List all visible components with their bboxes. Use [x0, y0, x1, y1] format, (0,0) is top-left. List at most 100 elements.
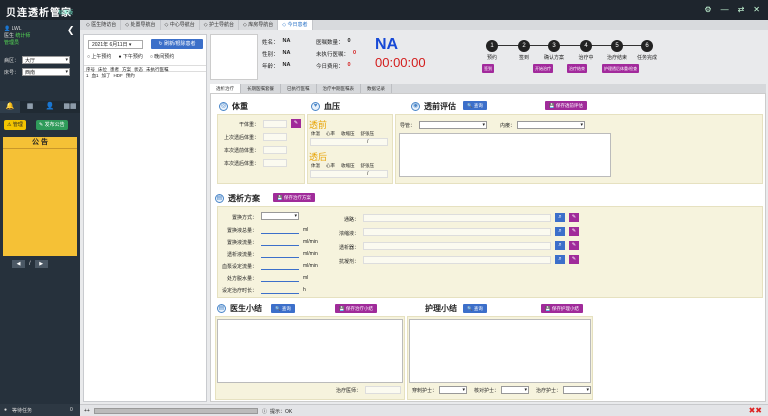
duration-input[interactable] [261, 293, 299, 294]
pre-weight-input[interactable] [263, 146, 287, 154]
step-label: 预约 [486, 55, 497, 61]
puncture-nurse-select[interactable] [439, 386, 467, 394]
doctor-save-button[interactable]: 💾 保存治疗小结 [335, 304, 377, 313]
bed-select[interactable]: 西南 [22, 68, 71, 76]
user-icon[interactable]: 👤 [40, 101, 60, 113]
close-icon[interactable]: ✕ [753, 5, 760, 14]
date-picker[interactable]: 2021年 6月11日 ▾ [88, 40, 143, 49]
subtab-records[interactable]: 数据记录 [361, 84, 392, 93]
refresh-button[interactable]: ↻ 刷新/根除患者 [151, 39, 203, 49]
radio-afternoon[interactable]: ● 下午预约 [118, 53, 142, 60]
access-select[interactable] [419, 121, 487, 129]
anticoagulant-edit-button[interactable]: ✎ [569, 255, 579, 264]
last-weight-input[interactable] [263, 133, 287, 141]
error-icon[interactable]: ✖✖ [749, 406, 762, 415]
ward-select[interactable]: 大厅 [22, 56, 71, 64]
pump-flow-input[interactable] [261, 269, 299, 270]
subtab-mid-orders[interactable]: 治疗中期医嘱表 [317, 84, 361, 93]
minimize-icon[interactable]: — [721, 5, 729, 14]
assessment-textarea[interactable] [399, 133, 611, 177]
nurse-post-weight-button[interactable]: 护理透后体重/检查 [602, 64, 640, 73]
bell-icon[interactable]: 🔔 [0, 101, 20, 113]
access-edit-button[interactable]: ✎ [569, 213, 579, 222]
bp-pre-input[interactable] [310, 138, 388, 146]
access-route-input[interactable] [363, 214, 551, 222]
access-route-label: 通路： [343, 217, 359, 223]
tab-center[interactable]: ◇ 中心导航台 [161, 20, 200, 30]
notice-board: 公 告 [3, 137, 77, 256]
dry-weight-label: 干体重： [238, 122, 259, 128]
info-orders: 医嘱数量： 0 [316, 38, 351, 46]
subtab-long-orders[interactable]: 长期医嘱套餐 [241, 84, 281, 93]
radio-morning[interactable]: ○ 上午预约 [87, 53, 111, 60]
step-label: 任务完成 [636, 55, 657, 61]
concentrate-input[interactable] [363, 228, 551, 236]
user-info: 👤 LWL 医生 统计师 管理员 [4, 26, 30, 47]
replace-mode-select[interactable] [261, 212, 299, 220]
publish-notice-button[interactable]: ✎ 发布公告 [36, 120, 68, 130]
start-treatment-button[interactable]: 开始治疗 [533, 64, 553, 73]
doctor-sign-input[interactable] [365, 386, 401, 394]
table-row[interactable]: 1 血1 加了 HDF 预约 [84, 72, 206, 79]
radio-evening[interactable]: ○ 晚间预约 [150, 53, 174, 60]
end-treatment-button[interactable]: 治疗结束 [567, 64, 587, 73]
tab-nurse[interactable]: ◇ 护士导航台 [200, 20, 239, 30]
post-weight-input[interactable] [263, 159, 287, 167]
manage-button[interactable]: ⚠ 管理 [4, 120, 26, 130]
replace-total-input[interactable] [261, 233, 299, 234]
doctor-query-button[interactable]: 🔍 查询 [271, 304, 295, 313]
treatment-timer: 00:00:00 [375, 55, 426, 70]
anticoagulant-input[interactable] [363, 256, 551, 264]
scale-icon: ◎ [219, 102, 228, 111]
patient-big-name: NA [375, 36, 399, 53]
collapse-sidebar-icon[interactable]: ❮ [67, 25, 75, 36]
access-search-button[interactable]: ⌕ [555, 213, 565, 222]
nurse-textarea[interactable] [409, 319, 591, 383]
main-tabbar: ◇ 医生随访台 ◇ 处置导航台 ◇ 中心导航台 ◇ 护士导航台 ◇ 库房导航台 … [80, 20, 768, 30]
bp-post-input[interactable] [310, 170, 388, 178]
tab-storage[interactable]: ◇ 库房导航台 [239, 20, 279, 30]
treat-nurse-label: 治疗护士： [535, 388, 561, 394]
doctor-textarea[interactable] [217, 319, 403, 383]
settings-icon[interactable]: ⚙ [704, 5, 711, 14]
nurse-query-button[interactable]: 🔍 查询 [463, 304, 487, 313]
check-nurse-select[interactable] [501, 386, 529, 394]
dialyzer-input[interactable] [363, 242, 551, 250]
dialyzer-search-button[interactable]: ⌕ [555, 241, 565, 250]
nurse-save-button[interactable]: 💾 保存护理小结 [541, 304, 583, 313]
fistula-select[interactable] [517, 121, 585, 129]
subtab-dialysis[interactable]: 透析治疗 [210, 84, 241, 93]
bp-post-label: 透后 [309, 152, 328, 162]
document-icon[interactable]: ▦ [20, 101, 40, 113]
concentrate-edit-button[interactable]: ✎ [569, 227, 579, 236]
restore-icon[interactable]: ⇄ [738, 5, 745, 14]
anticoagulant-search-button[interactable]: ⌕ [555, 255, 565, 264]
heart-icon: ♥ [311, 102, 320, 111]
replace-mode-label: 置换方式： [231, 215, 257, 221]
dialysate-flow-input[interactable] [261, 257, 299, 258]
unit-ml: ml [303, 275, 309, 281]
checkin-button[interactable]: 签到 [482, 64, 494, 73]
next-page-button[interactable]: ▶ [34, 260, 48, 268]
plan-save-button[interactable]: 💾 保存治疗方案 [273, 193, 315, 202]
expand-icon[interactable]: ++ [84, 408, 90, 414]
assessment-save-button[interactable]: 💾 保存透前评估 [545, 101, 587, 110]
document-icon: ▤ [215, 194, 224, 203]
tab-doctor[interactable]: ◇ 医生随访台 [82, 20, 122, 30]
treat-nurse-select[interactable] [563, 386, 591, 394]
uf-input[interactable] [261, 281, 299, 282]
dry-weight-input[interactable] [263, 120, 287, 128]
grid-icon[interactable]: ▦▦ [60, 101, 80, 113]
workflow-steps: 1 2 3 4 5 6 预约 签到 确认方案 治疗中 治疗结束 任务完成 签到 … [482, 40, 662, 74]
concentrate-search-button[interactable]: ⌕ [555, 227, 565, 236]
weight-edit-button[interactable]: ✎ [291, 119, 301, 128]
replace-flow-input[interactable] [261, 245, 299, 246]
tab-today-patients[interactable]: ◇ 今日患者 [278, 20, 313, 30]
assessment-query-button[interactable]: 🔍 查询 [463, 101, 487, 110]
doctor-sign-label: 治疗医师： [335, 388, 361, 394]
unit-ml: ml [303, 227, 309, 233]
prev-page-button[interactable]: ◀ [12, 260, 25, 268]
subtab-executed[interactable]: 已执行医嘱 [281, 84, 317, 93]
tab-treatment[interactable]: ◇ 处置导航台 [121, 20, 161, 30]
dialyzer-edit-button[interactable]: ✎ [569, 241, 579, 250]
